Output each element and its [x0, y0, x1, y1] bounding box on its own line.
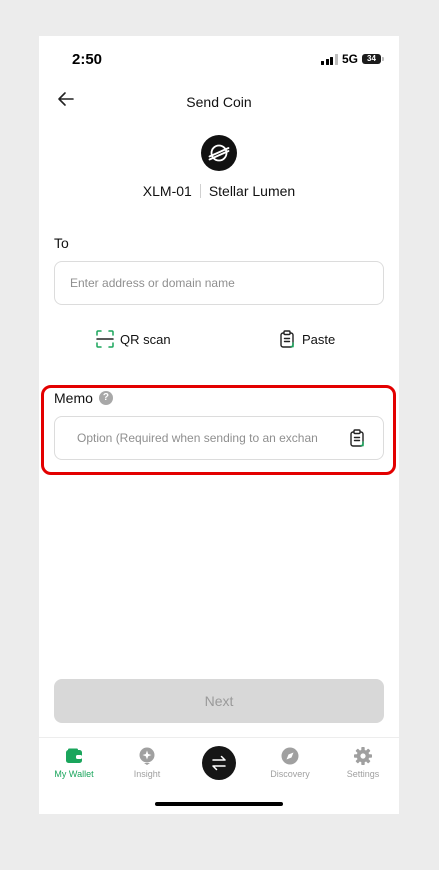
- battery-icon: 34: [362, 54, 384, 64]
- clipboard-icon: [280, 330, 294, 348]
- next-button[interactable]: Next: [54, 679, 384, 723]
- memo-paste-button[interactable]: [348, 429, 366, 447]
- clipboard-icon: [350, 429, 364, 447]
- wallet-icon: [66, 748, 82, 763]
- status-time: 2:50: [72, 51, 103, 68]
- status-bar: 2:50 5G 34: [39, 36, 399, 82]
- insight-icon: [139, 747, 155, 765]
- address-input[interactable]: [54, 261, 384, 305]
- tab-label: Discovery: [270, 769, 310, 779]
- stellar-logo-icon: [201, 135, 237, 171]
- qr-scan-button[interactable]: QR scan: [96, 330, 171, 348]
- page-title: Send Coin: [186, 94, 252, 110]
- scan-icon: [96, 330, 114, 348]
- paste-label: Paste: [302, 331, 336, 347]
- gear-icon: [354, 747, 372, 765]
- swap-button[interactable]: [202, 746, 236, 780]
- divider: [199, 184, 201, 198]
- tab-insight[interactable]: Insight: [112, 746, 182, 779]
- tab-label: Insight: [133, 769, 161, 779]
- compass-icon: [281, 747, 299, 765]
- signal-icon: [321, 53, 338, 65]
- paste-button[interactable]: Paste: [278, 330, 335, 348]
- swap-icon: [212, 755, 226, 771]
- coin-title: XLM-01 Stellar Lumen: [39, 183, 399, 199]
- memo-label-row: Memo ?: [54, 390, 113, 406]
- tab-settings[interactable]: Settings: [328, 746, 398, 779]
- network-type: 5G: [341, 52, 358, 66]
- tab-my-wallet[interactable]: My Wallet: [39, 746, 109, 779]
- to-label: To: [54, 235, 69, 251]
- coin-symbol: XLM-01: [142, 183, 192, 199]
- home-indicator: [155, 802, 283, 806]
- memo-label: Memo: [54, 390, 93, 406]
- status-icons: 5G 34: [321, 52, 384, 66]
- memo-input[interactable]: [54, 416, 384, 460]
- tab-discovery[interactable]: Discovery: [255, 746, 325, 779]
- coin-name: Stellar Lumen: [208, 183, 296, 199]
- qr-scan-label: QR scan: [120, 331, 171, 347]
- nav-bar: Send Coin: [39, 86, 399, 116]
- tab-label: My Wallet: [54, 769, 94, 779]
- tab-label: Settings: [346, 769, 380, 779]
- help-icon[interactable]: ?: [98, 391, 113, 405]
- phone-screen: 2:50 5G 34 Send Coin XLM-01 Stellar Lumen…: [39, 36, 399, 814]
